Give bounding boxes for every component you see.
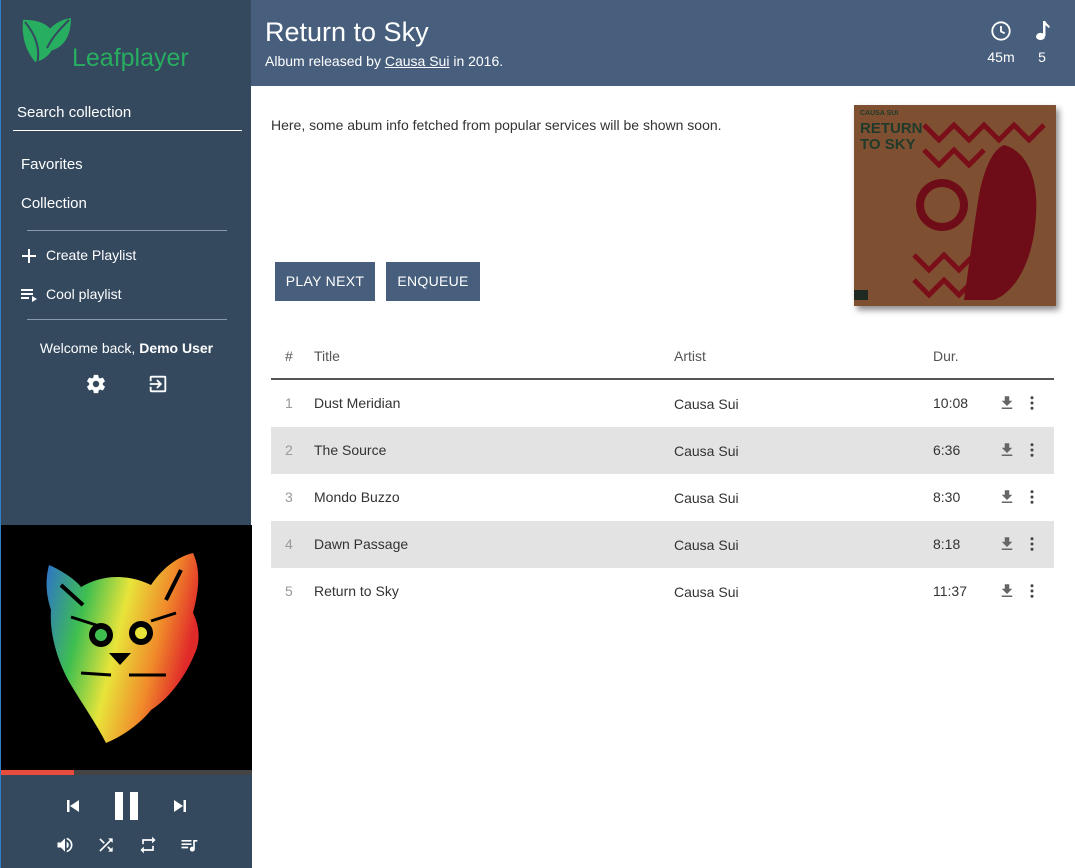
- track-number: 3: [285, 489, 293, 505]
- album-info-text: Here, some abum info fetched from popula…: [271, 117, 722, 133]
- nav-favorites[interactable]: Favorites: [21, 156, 83, 173]
- header-number: #: [285, 348, 293, 364]
- more-options-icon[interactable]: [1023, 535, 1041, 553]
- album-title: Return to Sky: [265, 17, 429, 47]
- track-title: Dust Meridian: [314, 395, 401, 411]
- track-duration: 8:18: [933, 536, 961, 552]
- welcome-prefix: Welcome back,: [39, 340, 140, 356]
- more-options-icon[interactable]: [1023, 582, 1041, 600]
- track-title: Mondo Buzzo: [314, 489, 400, 505]
- track-duration: 10:08: [933, 395, 969, 411]
- album-duration: 45m: [987, 49, 1015, 65]
- more-options-icon[interactable]: [1023, 488, 1041, 506]
- playlist-icon: [21, 289, 37, 302]
- logo-text: Leafplayer: [72, 44, 189, 72]
- album-subtitle-suffix: in 2016.: [449, 53, 504, 69]
- track-duration: 11:37: [933, 583, 967, 599]
- track-row[interactable]: 5 Return to Sky Causa Sui 11:37: [271, 568, 1054, 615]
- queue-icon[interactable]: [179, 835, 199, 855]
- download-icon[interactable]: [998, 394, 1016, 412]
- nav-collection[interactable]: Collection: [21, 195, 87, 212]
- track-number: 1: [285, 395, 293, 411]
- previous-track-icon[interactable]: [65, 798, 81, 814]
- enqueue-button[interactable]: ENQUEUE: [386, 262, 480, 301]
- next-track-icon[interactable]: [172, 798, 188, 814]
- logo[interactable]: Leafplayer: [21, 16, 221, 72]
- track-title: Return to Sky: [314, 583, 399, 599]
- player-controls: [1, 775, 252, 868]
- svg-text:RETURN: RETURN: [860, 120, 923, 137]
- artist-link[interactable]: Causa Sui: [385, 53, 450, 69]
- welcome-user: Demo User: [139, 340, 214, 356]
- repeat-icon[interactable]: [138, 835, 158, 855]
- track-row[interactable]: 4 Dawn Passage Causa Sui 8:18: [271, 521, 1054, 568]
- header-title: Title: [314, 348, 340, 364]
- more-options-icon[interactable]: [1023, 394, 1041, 412]
- album-subtitle: Album released by Causa Sui in 2016.: [265, 53, 503, 69]
- album-subtitle-prefix: Album released by: [265, 53, 385, 69]
- track-row[interactable]: 3 Mondo Buzzo Causa Sui 8:30: [271, 474, 1054, 521]
- album-header: Return to Sky Album released by Causa Su…: [251, 0, 1075, 86]
- download-icon[interactable]: [998, 535, 1016, 553]
- track-duration: 8:30: [933, 489, 961, 505]
- album-duration-stat: 45m: [984, 20, 1018, 65]
- clock-icon: [991, 21, 1011, 41]
- download-icon[interactable]: [998, 488, 1016, 506]
- more-options-icon[interactable]: [1023, 441, 1041, 459]
- plus-icon: [22, 249, 36, 263]
- track-count: 5: [1038, 49, 1046, 65]
- album-cover-art: CAUSA SUI RETURN TO SKY: [854, 105, 1056, 306]
- track-table-header: # Title Artist Dur.: [271, 336, 1054, 380]
- cat-cover-image: [46, 553, 199, 743]
- now-playing-cover: [1, 525, 252, 770]
- track-artist: Causa Sui: [674, 396, 739, 412]
- track-table: # Title Artist Dur. 1 Dust Meridian Caus…: [271, 336, 1054, 615]
- track-number: 5: [285, 583, 293, 599]
- track-title: The Source: [314, 442, 387, 458]
- create-playlist-label: Create Playlist: [46, 247, 137, 263]
- track-artist: Causa Sui: [674, 584, 739, 600]
- shuffle-icon[interactable]: [96, 835, 116, 855]
- svg-text:CAUSA SUI: CAUSA SUI: [860, 110, 898, 117]
- settings-gear-icon[interactable]: [85, 373, 107, 395]
- leaf-logo-icon: [22, 18, 71, 65]
- welcome-message: Welcome back, Demo User: [1, 340, 252, 356]
- track-artist: Causa Sui: [674, 443, 739, 459]
- download-icon[interactable]: [998, 582, 1016, 600]
- track-duration: 6:36: [933, 442, 961, 458]
- track-row[interactable]: 1 Dust Meridian Causa Sui 10:08: [271, 380, 1054, 427]
- download-icon[interactable]: [998, 441, 1016, 459]
- album-cover-image: CAUSA SUI RETURN TO SKY: [854, 105, 1056, 306]
- divider: [27, 230, 227, 231]
- svg-text:TO SKY: TO SKY: [860, 136, 916, 153]
- header-artist: Artist: [674, 348, 706, 364]
- pause-icon[interactable]: [113, 791, 140, 821]
- sidebar: Leafplayer Search collection Favorites C…: [0, 0, 252, 868]
- track-row[interactable]: 2 The Source Causa Sui 6:36: [271, 427, 1054, 474]
- track-count-stat: 5: [1031, 20, 1053, 65]
- logout-icon[interactable]: [147, 373, 169, 395]
- header-duration: Dur.: [933, 348, 959, 364]
- track-title: Dawn Passage: [314, 536, 409, 552]
- music-note-icon: [1036, 21, 1050, 41]
- divider: [27, 319, 227, 320]
- volume-icon[interactable]: [54, 835, 76, 855]
- playlist-label: Cool playlist: [46, 286, 122, 302]
- search-input[interactable]: Search collection: [13, 98, 242, 131]
- track-artist: Causa Sui: [674, 490, 739, 506]
- track-artist: Causa Sui: [674, 537, 739, 553]
- track-number: 4: [285, 536, 293, 552]
- track-number: 2: [285, 442, 293, 458]
- play-next-button[interactable]: PLAY NEXT: [275, 262, 375, 301]
